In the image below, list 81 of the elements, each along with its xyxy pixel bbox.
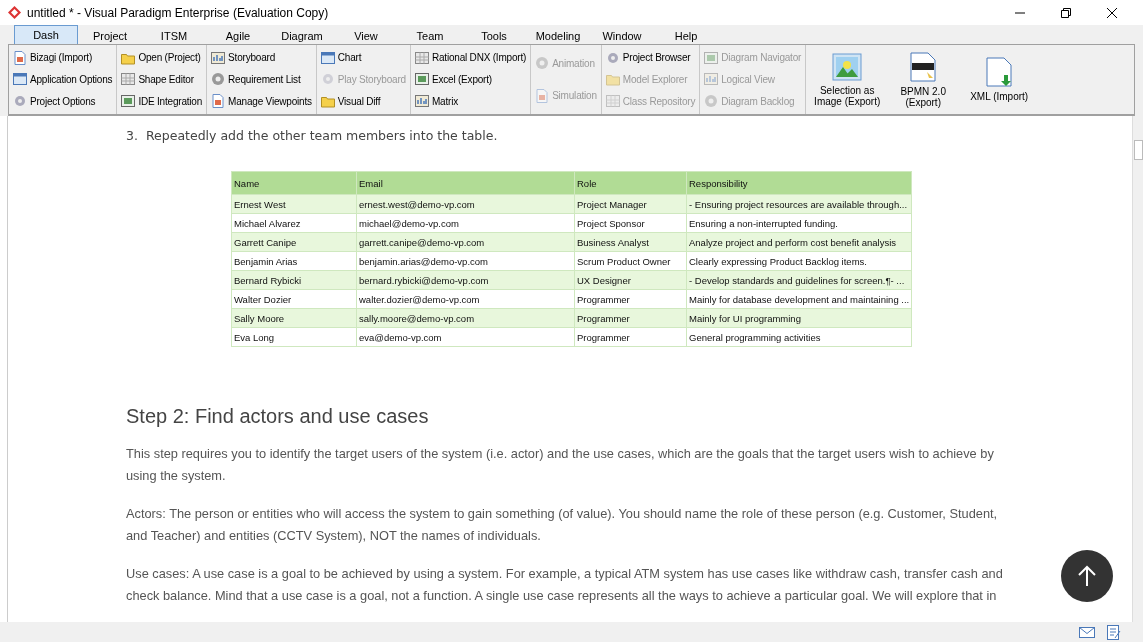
table-cell: benjamin.arias@demo-vp.com <box>356 251 575 271</box>
table-cell: Programmer <box>574 327 687 347</box>
export-button[interactable]: XML (Import) <box>962 55 1037 104</box>
paragraph: Use cases: A use case is a goal to be achieved by using a system. For example, a typical ATM system has use cases like withdraw cash, transfer cash and check balance. Mind that a use case is a goal, not a function. A single use case represents all the ways to achieve a particular goal. We will explore that in <box>126 565 1004 605</box>
toolbar-button[interactable]: Excel (Export) <box>413 71 528 88</box>
table-cell: Mainly for database development and maintaining ... <box>686 289 912 309</box>
restore-icon[interactable] <box>1061 7 1071 18</box>
table-cell: Clearly expressing Product Backlog items. <box>686 251 912 271</box>
xml-file-icon <box>986 57 1013 87</box>
table-cell: eva@demo-vp.com <box>356 327 575 347</box>
menu-tab[interactable]: Window <box>590 26 654 44</box>
toolbar-button[interactable]: IDE Integration <box>120 93 204 110</box>
table-cell: Walter Dozier <box>231 289 357 309</box>
menu-tab[interactable]: Team <box>398 26 462 44</box>
table-cell: Michael Alvarez <box>231 213 357 233</box>
table-cell: Ensuring a non-interrupted funding. <box>686 213 912 233</box>
toolbar-button[interactable]: Project Options <box>12 93 114 110</box>
table-cell: Project Sponsor <box>574 213 687 233</box>
toolbar-button[interactable]: Rational DNX (Import) <box>413 49 528 66</box>
menu-tab[interactable]: ITSM <box>142 26 206 44</box>
circle-icon <box>535 56 550 71</box>
table-cell: walter.dozier@demo-vp.com <box>356 289 575 309</box>
table-cell: General programming activities <box>686 327 912 347</box>
document-icon <box>535 88 550 103</box>
table-cell: Programmer <box>574 289 687 309</box>
export-button[interactable]: Selection as Image (Export) <box>810 50 885 109</box>
table-cell: Benjamin Arias <box>231 251 357 271</box>
table-cell: Eva Long <box>231 327 357 347</box>
folder-icon <box>320 94 335 109</box>
bpmn-file-icon <box>910 51 937 82</box>
app-logo-icon <box>8 6 21 19</box>
chart-icon <box>414 94 429 109</box>
export-button[interactable]: BPMN 2.0 (Export) <box>886 49 961 110</box>
toolbar-button[interactable]: Chart <box>319 49 407 66</box>
chart-icon <box>211 50 226 65</box>
toolbar-button[interactable]: Visual Diff <box>319 93 407 110</box>
circle-icon <box>704 94 719 109</box>
column-header: Name <box>231 171 357 195</box>
circle-icon <box>211 72 226 87</box>
menu-tab[interactable]: Project <box>78 26 142 44</box>
toolbar-button[interactable]: Bizagi (Import) <box>12 49 114 66</box>
list-item-text: Repeatedly add the other team members into the table. <box>145 128 498 143</box>
document-icon <box>211 94 226 109</box>
section-heading: Step 2: Find actors and use cases <box>126 405 430 428</box>
window-icon <box>13 72 27 87</box>
grid-icon <box>414 50 429 65</box>
picture-icon <box>832 52 863 81</box>
list-number: 3. <box>126 128 138 143</box>
envelope-icon[interactable] <box>1079 626 1095 638</box>
toolbar-button[interactable]: Requirement List <box>210 71 313 88</box>
menu-tab[interactable]: View <box>334 26 398 44</box>
toolbar-button[interactable]: Project Browser <box>604 49 697 66</box>
window-title: untitled * - Visual Paradigm Enterprise (Evaluation Copy) <box>27 5 329 20</box>
menu-tab[interactable]: Modeling <box>526 26 590 44</box>
menu-tab[interactable]: Agile <box>206 26 270 44</box>
toolbar-button[interactable]: Manage Viewpoints <box>210 93 313 110</box>
paragraph: Actors: The person or entities who will access the system to gain something (of value). You should name the role of these person (e.g. Customer, Student, and Teacher) and entities (CCTV System), NOT the names of individuals. <box>126 505 999 545</box>
toolbar-button[interactable]: Application Options <box>12 71 114 88</box>
toolbar-button[interactable]: Storyboard <box>210 49 313 66</box>
grid-icon <box>121 72 136 87</box>
document-icon <box>13 50 27 65</box>
toolbar-button[interactable]: Matrix <box>413 93 528 110</box>
close-icon[interactable] <box>1107 7 1117 18</box>
toolbar-button[interactable]: Shape Editor <box>120 71 204 88</box>
scroll-to-top-button[interactable] <box>1061 550 1113 602</box>
window-icon <box>320 50 335 65</box>
menu-tab[interactable]: Diagram <box>270 26 334 44</box>
toolbar-button[interactable]: Open (Project) <box>120 49 204 66</box>
menu-tab[interactable]: Help <box>654 26 718 44</box>
column-header: Responsibility <box>686 171 912 195</box>
grid-icon <box>605 94 620 109</box>
note-icon[interactable] <box>1107 624 1121 640</box>
paragraph: This step requires you to identify the target users of the system (i.e. actor) and the use cases, which are the goals that the target users wish to achieve by using the system. <box>126 445 995 485</box>
table-cell: Scrum Product Owner <box>574 251 687 271</box>
column-header: Role <box>574 171 687 195</box>
menu-tab[interactable]: Dash <box>14 25 78 44</box>
chart-icon <box>704 72 719 87</box>
table-cell: michael@demo-vp.com <box>356 213 575 233</box>
menu-tab[interactable]: Tools <box>462 26 526 44</box>
column-header: Email <box>356 171 575 195</box>
folder-icon <box>605 72 620 87</box>
